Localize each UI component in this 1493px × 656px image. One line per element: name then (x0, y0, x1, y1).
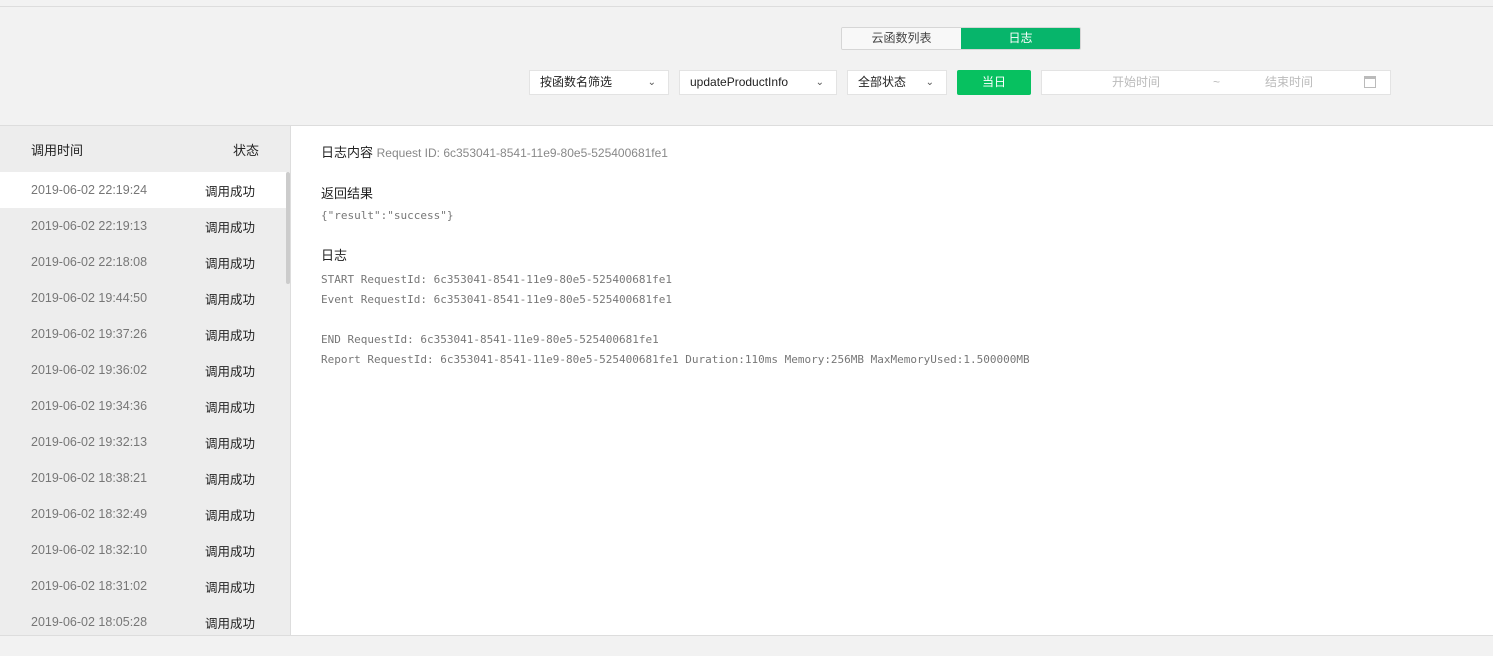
tab-logs[interactable]: 日志 (961, 28, 1080, 49)
invocation-status: 调用成功 (205, 292, 256, 307)
invocation-status: 调用成功 (205, 364, 256, 379)
function-filter-label: 按函数名筛选 (540, 75, 613, 89)
today-button[interactable]: 当日 (957, 70, 1031, 95)
list-item[interactable]: 2019-06-02 19:36:02 调用成功 (0, 352, 290, 388)
end-time-input[interactable]: 结束时间 (1265, 71, 1313, 94)
result-label: 返回结果 (321, 186, 374, 201)
invocation-status: 调用成功 (205, 400, 256, 415)
log-line: Event RequestId: 6c353041-8541-11e9-80e5… (321, 293, 672, 306)
invocation-status: 调用成功 (205, 508, 256, 523)
view-tabs: 云函数列表 日志 (841, 27, 1081, 50)
date-range-picker[interactable]: 开始时间 ~ 结束时间 (1041, 70, 1391, 95)
list-item[interactable]: 2019-06-02 18:32:49 调用成功 (0, 496, 290, 532)
invocation-time: 2019-06-02 18:32:10 (31, 543, 148, 557)
invocation-time: 2019-06-02 18:05:28 (31, 615, 148, 629)
invocation-status: 调用成功 (205, 580, 256, 595)
status-select[interactable]: 全部状态 ⌄ (847, 70, 947, 95)
col-time-header: 调用时间 (31, 142, 84, 158)
list-item[interactable]: 2019-06-02 19:44:50 调用成功 (0, 280, 290, 316)
invocation-time: 2019-06-02 19:34:36 (31, 399, 148, 413)
list-item[interactable]: 2019-06-02 19:32:13 调用成功 (0, 424, 290, 460)
invocation-time: 2019-06-02 22:18:08 (31, 255, 148, 269)
invocation-time: 2019-06-02 19:37:26 (31, 327, 148, 341)
divider (0, 6, 1493, 7)
invocation-time: 2019-06-02 19:44:50 (31, 291, 148, 305)
list-header: 调用时间 状态 (0, 126, 290, 172)
invocation-list: 调用时间 状态 2019-06-02 22:19:24 调用成功 2019-06-0… (0, 125, 291, 635)
log-line: END RequestId: 6c353041-8541-11e9-80e5-5… (321, 333, 659, 346)
invocation-status: 调用成功 (205, 220, 256, 235)
log-line: START RequestId: 6c353041-8541-11e9-80e5… (321, 273, 672, 286)
invocation-status: 调用成功 (205, 184, 256, 199)
scrollbar[interactable] (286, 172, 290, 284)
list-item[interactable]: 2019-06-02 22:18:08 调用成功 (0, 244, 290, 280)
invocation-time: 2019-06-02 19:32:13 (31, 435, 148, 449)
list-item[interactable]: 2019-06-02 18:38:21 调用成功 (0, 460, 290, 496)
range-separator: ~ (1213, 75, 1221, 89)
invocation-status: 调用成功 (205, 544, 256, 559)
function-name-value: updateProductInfo (690, 75, 789, 89)
list-item[interactable]: 2019-06-02 22:19:24 调用成功 (0, 172, 290, 208)
col-status-header: 状态 (232, 142, 259, 158)
log-content-title: 日志内容 (321, 145, 374, 160)
function-filter-select[interactable]: 按函数名筛选 ⌄ (529, 70, 669, 95)
request-id: Request ID: 6c353041-8541-11e9-80e5-5254… (376, 146, 668, 160)
log-label: 日志 (321, 248, 348, 263)
result-value: {"result":"success"} (321, 209, 454, 222)
list-item[interactable]: 2019-06-02 18:31:02 调用成功 (0, 568, 290, 604)
tab-function-list[interactable]: 云函数列表 (842, 28, 961, 49)
invocation-time: 2019-06-02 18:38:21 (31, 471, 148, 485)
invocation-status: 调用成功 (205, 436, 256, 451)
invocation-time: 2019-06-02 18:31:02 (31, 579, 148, 593)
invocation-status: 调用成功 (205, 256, 256, 271)
chevron-down-icon: ⌄ (647, 77, 656, 88)
chevron-down-icon: ⌄ (925, 77, 934, 88)
list-item[interactable]: 2019-06-02 19:37:26 调用成功 (0, 316, 290, 352)
list-item[interactable]: 2019-06-02 19:34:36 调用成功 (0, 388, 290, 424)
log-line: Report RequestId: 6c353041-8541-11e9-80e… (321, 353, 1030, 366)
invocation-time: 2019-06-02 22:19:13 (31, 219, 148, 233)
invocation-status: 调用成功 (205, 472, 256, 487)
invocation-status: 调用成功 (205, 328, 256, 343)
list-item[interactable]: 2019-06-02 18:32:10 调用成功 (0, 532, 290, 568)
function-name-select[interactable]: updateProductInfo ⌄ (679, 70, 837, 95)
divider (0, 635, 1493, 636)
log-detail: 日志内容 Request ID: 6c353041-8541-11e9-80e5… (291, 125, 1493, 635)
invocation-time: 2019-06-02 22:19:24 (31, 183, 148, 197)
invocation-time: 2019-06-02 19:36:02 (31, 363, 148, 377)
list-item[interactable]: 2019-06-02 22:19:13 调用成功 (0, 208, 290, 244)
calendar-icon[interactable] (1364, 76, 1376, 88)
invocation-status: 调用成功 (205, 616, 256, 631)
invocation-time: 2019-06-02 18:32:49 (31, 507, 148, 521)
chevron-down-icon: ⌄ (815, 77, 824, 88)
start-time-input[interactable]: 开始时间 (1112, 71, 1160, 94)
status-value: 全部状态 (858, 75, 907, 89)
